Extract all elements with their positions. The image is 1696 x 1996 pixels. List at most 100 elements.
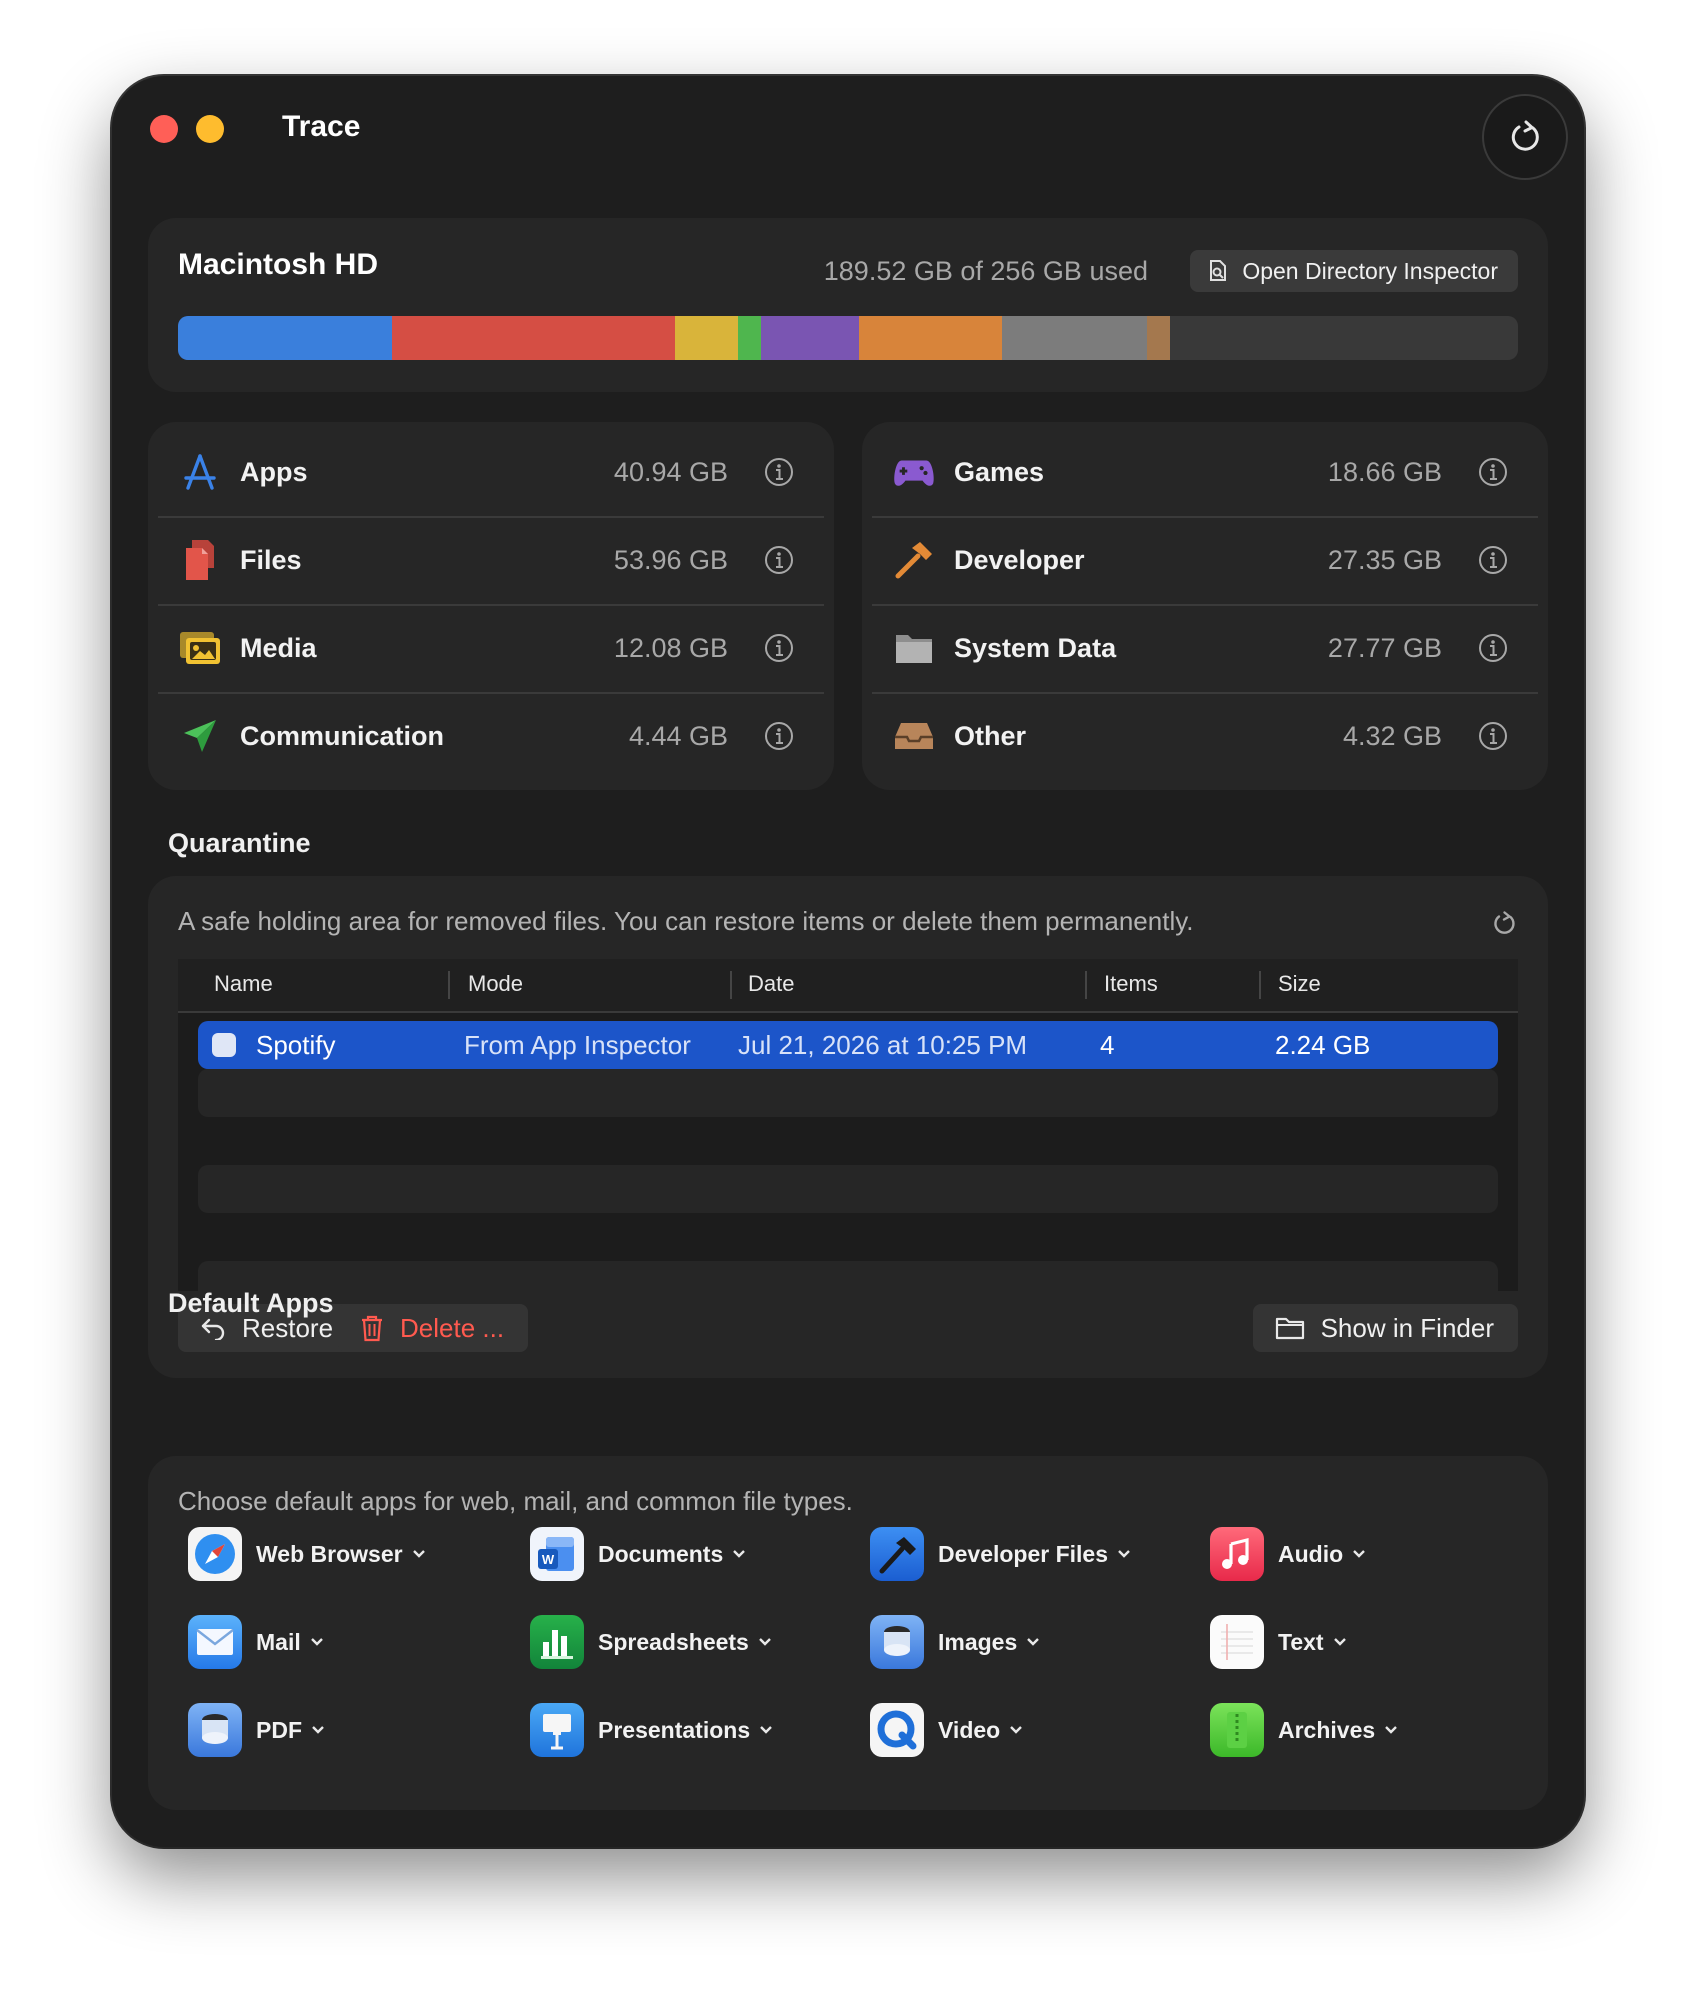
default-app-documents[interactable]: W Documents: [530, 1526, 747, 1582]
disk-name: Macintosh HD: [178, 248, 379, 281]
default-apps-description: Choose default apps for web, mail, and c…: [178, 1486, 853, 1516]
category-label: Developer: [954, 544, 1085, 575]
refresh-button[interactable]: [1482, 94, 1568, 180]
show-in-finder-label: Show in Finder: [1320, 1312, 1494, 1343]
app-window: Trace Macintosh HD 189.52 GB of 256 GB u…: [112, 76, 1584, 1847]
categories-left-card: Apps 40.94 GB Files 53.96 GB Media 12.08…: [148, 422, 834, 790]
app-store-icon: [178, 450, 222, 494]
usage-segment-system-data: [1002, 316, 1148, 360]
default-app-developer-files[interactable]: Developer Files: [870, 1526, 1132, 1582]
row-date: Jul 21, 2026 at 10:25 PM: [738, 1030, 1028, 1060]
default-app-audio[interactable]: Audio: [1210, 1526, 1367, 1582]
inspector-icon: [1210, 260, 1227, 281]
app-label: Text: [1278, 1628, 1324, 1655]
usage-segment-media: [674, 316, 738, 360]
table-row[interactable]: Spotify From App Inspector Jul 21, 2026 …: [198, 1021, 1498, 1069]
category-row-apps[interactable]: Apps 40.94 GB: [158, 428, 824, 518]
column-divider: [448, 971, 450, 999]
default-app-pdf[interactable]: PDF: [188, 1702, 326, 1758]
hammer-icon: [892, 538, 936, 582]
row-items: 4: [1100, 1030, 1115, 1060]
category-row-files[interactable]: Files 53.96 GB: [158, 516, 824, 606]
table-header: Name Mode Date Items Size: [178, 959, 1518, 1013]
app-label: PDF: [256, 1716, 302, 1743]
preview-icon: [870, 1615, 924, 1669]
delete-button[interactable]: Delete ...: [338, 1304, 529, 1352]
numbers-icon: [530, 1615, 584, 1669]
usage-segment-files: [392, 316, 675, 360]
usage-segment-communication: [737, 316, 762, 360]
tray-icon: [892, 714, 936, 758]
minimize-window-button[interactable]: [196, 115, 224, 143]
paper-plane-icon: [178, 714, 222, 758]
info-icon[interactable]: [764, 721, 794, 751]
chevron-down-icon: [733, 1550, 746, 1558]
chevron-down-icon: [310, 1638, 323, 1646]
info-icon[interactable]: [1478, 457, 1508, 487]
info-icon[interactable]: [1478, 545, 1508, 575]
column-header-date[interactable]: Date: [748, 971, 794, 997]
quarantine-card: A safe holding area for removed files. Y…: [148, 876, 1548, 1378]
category-row-communication[interactable]: Communication 4.44 GB: [158, 692, 824, 780]
category-row-developer[interactable]: Developer 27.35 GB: [872, 516, 1538, 606]
info-icon[interactable]: [1478, 633, 1508, 663]
info-icon[interactable]: [764, 633, 794, 663]
column-divider: [730, 971, 732, 999]
default-app-spreadsheets[interactable]: Spreadsheets: [530, 1614, 773, 1670]
category-row-games[interactable]: Games 18.66 GB: [872, 428, 1538, 518]
default-app-archives[interactable]: Archives: [1210, 1702, 1399, 1758]
quarantine-description: A safe holding area for removed files. Y…: [178, 906, 1194, 936]
archive-utility-icon: [1210, 1703, 1264, 1757]
app-label: Images: [938, 1628, 1018, 1655]
photos-icon: [178, 626, 222, 670]
row-checkbox[interactable]: [212, 1033, 236, 1057]
chevron-down-icon: [1118, 1550, 1130, 1558]
xcode-icon: [870, 1527, 924, 1581]
show-in-finder-button[interactable]: Show in Finder: [1252, 1304, 1518, 1352]
quarantine-section-title: Quarantine: [168, 828, 311, 858]
storage-usage-bar: [178, 316, 1518, 360]
chevron-down-icon: [1333, 1638, 1346, 1646]
open-directory-inspector-button[interactable]: Open Directory Inspector: [1190, 250, 1518, 292]
default-app-text[interactable]: Text: [1210, 1614, 1348, 1670]
default-app-images[interactable]: Images: [870, 1614, 1041, 1670]
row-mode: From App Inspector: [464, 1030, 691, 1060]
usage-segment-apps: [178, 316, 393, 360]
usage-segment-other: [1147, 316, 1170, 360]
info-icon[interactable]: [1478, 721, 1508, 751]
word-icon: W: [530, 1527, 584, 1581]
default-app-web-browser[interactable]: Web Browser: [188, 1526, 427, 1582]
row-size: 2.24 GB: [1275, 1030, 1371, 1060]
default-apps-card: Choose default apps for web, mail, and c…: [148, 1456, 1548, 1810]
usage-segment-games: [761, 316, 859, 360]
categories-right-card: Games 18.66 GB Developer 27.35 GB System…: [862, 422, 1548, 790]
category-row-other[interactable]: Other 4.32 GB: [872, 692, 1538, 780]
column-header-items[interactable]: Items: [1104, 971, 1158, 997]
usage-segment-developer: [858, 316, 1002, 360]
info-icon[interactable]: [764, 545, 794, 575]
column-header-name[interactable]: Name: [214, 971, 273, 997]
app-label: Documents: [598, 1540, 724, 1567]
documents-icon: [178, 538, 222, 582]
category-label: System Data: [954, 632, 1117, 663]
info-icon[interactable]: [764, 457, 794, 487]
delete-label: Delete ...: [400, 1312, 505, 1343]
disk-usage-text: 189.52 GB of 256 GB used: [823, 256, 1148, 286]
column-header-size[interactable]: Size: [1278, 971, 1321, 997]
keynote-icon: [530, 1703, 584, 1757]
svg-text:W: W: [542, 1552, 555, 1567]
category-size: 27.77 GB: [1327, 632, 1442, 663]
category-row-media[interactable]: Media 12.08 GB: [158, 604, 824, 694]
folder-icon: [1275, 1317, 1304, 1340]
column-header-mode[interactable]: Mode: [468, 971, 523, 997]
default-app-presentations[interactable]: Presentations: [530, 1702, 774, 1758]
category-label: Games: [954, 456, 1045, 487]
category-size: 53.96 GB: [613, 544, 728, 575]
close-window-button[interactable]: [150, 115, 178, 143]
textedit-icon: [1210, 1615, 1264, 1669]
default-app-video[interactable]: Video: [870, 1702, 1024, 1758]
default-app-mail[interactable]: Mail: [188, 1614, 325, 1670]
category-row-system-data[interactable]: System Data 27.77 GB: [872, 604, 1538, 694]
open-directory-inspector-label: Open Directory Inspector: [1242, 257, 1498, 284]
refresh-icon[interactable]: [1490, 910, 1518, 938]
